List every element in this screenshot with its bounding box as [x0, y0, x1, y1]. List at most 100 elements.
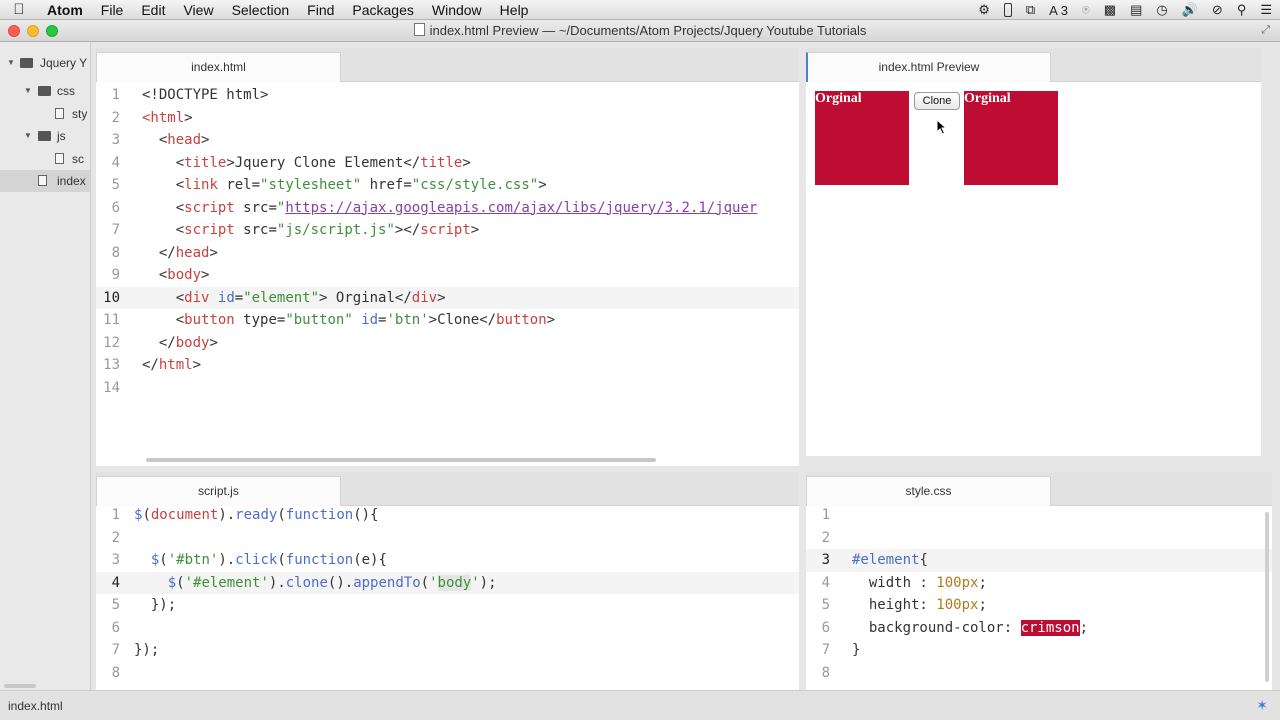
adobe-icon[interactable]: A 3	[1049, 3, 1068, 18]
gear-icon[interactable]: ⚙	[978, 2, 990, 18]
tab-index-html[interactable]: index.html	[96, 52, 341, 82]
preview-element-clone: Orginal	[964, 91, 1058, 185]
line-number: 4	[821, 574, 830, 591]
code-text: </html>	[142, 354, 201, 377]
fullscreen-arrows-icon[interactable]: ⤢	[1261, 24, 1270, 37]
tree-item-label: index	[57, 174, 86, 188]
code-token: 'btn'	[386, 312, 429, 328]
code-token: (	[420, 574, 430, 591]
status-file-path[interactable]: index.html	[8, 699, 63, 713]
preview-clone-button[interactable]: Clone	[914, 92, 960, 110]
code-line[interactable]: 9 <body>	[96, 264, 799, 287]
window-title: index.html Preview — ~/Documents/Atom Pr…	[0, 23, 1280, 38]
code-token: >Jquery Clone Element</	[226, 154, 421, 171]
list-icon[interactable]: ☰	[1260, 2, 1272, 18]
tree-scrollbar[interactable]	[4, 684, 36, 688]
code-editor-css[interactable]: 1 2 3 #element{4 width : 100px; 5 height: 10…	[806, 506, 1272, 690]
code-line[interactable]: 10 <div id="element"> Orginal</div>	[96, 286, 799, 309]
menu-help[interactable]: Help	[491, 2, 538, 18]
code-line[interactable]: 7}	[806, 639, 1272, 662]
tree-root-label: Jquery Y	[40, 56, 88, 70]
menu-window[interactable]: Window	[423, 2, 491, 18]
menu-packages[interactable]: Packages	[343, 2, 422, 18]
editor-pane-js: script.js 1 $(document).ready(function(){…	[96, 472, 799, 690]
volume-icon[interactable]: 🔊	[1182, 2, 1198, 18]
tree-item-style-css[interactable]: sty	[0, 103, 90, 125]
code-line[interactable]: 5 });	[96, 594, 799, 617]
battery-icon[interactable]	[1003, 3, 1012, 17]
code-line[interactable]: 3 $('#btn').click(function(e){	[96, 549, 799, 572]
code-token: body	[437, 574, 472, 591]
apple-menu-icon[interactable]: 	[0, 1, 38, 18]
code-line[interactable]: 8	[96, 662, 799, 685]
code-editor-html[interactable]: 1 <!DOCTYPE html> 2 <html> 3 <head> 4 <title>…	[96, 82, 799, 466]
code-line[interactable]: 7});	[96, 639, 799, 662]
code-token: type=	[234, 312, 286, 328]
tree-item-index-html[interactable]: index	[0, 170, 90, 192]
menu-selection[interactable]: Selection	[223, 2, 299, 18]
code-token: });	[150, 597, 177, 613]
code-line[interactable]: 3 #element{	[806, 549, 1272, 572]
code-line[interactable]: 11 <button type="button" id='btn'>Clone<…	[96, 309, 799, 332]
video-icon[interactable]: ▩	[1104, 2, 1116, 18]
tree-item-js[interactable]: ▼ js	[0, 125, 90, 147]
code-line[interactable]: 2	[96, 527, 799, 550]
tree-item-script-js[interactable]: sc	[0, 148, 90, 170]
code-line[interactable]: 2 <html>	[96, 107, 799, 130]
code-line[interactable]: 1 <!DOCTYPE html>	[96, 84, 799, 107]
file-icon	[55, 153, 64, 164]
code-line[interactable]: 1 $(document).ready(function(){	[96, 504, 799, 527]
menu-edit[interactable]: Edit	[132, 2, 174, 18]
menu-app[interactable]: Atom	[38, 2, 92, 18]
menu-find[interactable]: Find	[298, 2, 343, 18]
tree-root[interactable]: ▼ Jquery Y	[0, 52, 90, 74]
code-line[interactable]: 8	[806, 662, 1272, 685]
code-line[interactable]: 4 <title>Jquery Clone Element</title>	[96, 152, 799, 175]
code-line[interactable]: 6 background-color: crimson;	[806, 617, 1272, 640]
time-machine-icon[interactable]: ◷	[1156, 2, 1167, 18]
code-text: <html>	[142, 107, 193, 130]
code-line[interactable]: 6 <script src="https://ajax.googleapis.c…	[96, 197, 799, 220]
code-line[interactable]: 14	[96, 377, 799, 400]
code-line[interactable]: 13 </html>	[96, 354, 799, 377]
tree-item-css[interactable]: ▼ css	[0, 80, 90, 102]
code-line[interactable]: 7 <script src="js/script.js"></script>	[96, 219, 799, 242]
display-icon[interactable]: ⧉	[1026, 2, 1035, 18]
code-token: '#element'	[184, 574, 269, 591]
code-line[interactable]: 3 <head>	[96, 129, 799, 152]
lock-icon[interactable]: ⍟	[1082, 2, 1090, 18]
tab-style-css[interactable]: style.css	[806, 476, 1051, 506]
tab-script-js[interactable]: script.js	[96, 476, 341, 506]
horizontal-scrollbar[interactable]	[146, 458, 656, 462]
line-number: 5	[821, 597, 830, 613]
do-not-disturb-icon[interactable]: ⊘	[1212, 2, 1223, 18]
code-token: <html	[142, 109, 185, 126]
menu-file[interactable]: File	[92, 2, 133, 18]
tab-index-html-preview[interactable]: index.html Preview	[806, 52, 1051, 82]
code-line[interactable]: 12 </body>	[96, 332, 799, 355]
code-line[interactable]: 2	[806, 527, 1272, 550]
spotlight-search-icon[interactable]: ⚲	[1237, 2, 1247, 18]
code-line[interactable]: 4 width : 100px;	[806, 572, 1272, 595]
toolbox-icon[interactable]: ▤	[1130, 2, 1142, 18]
code-line[interactable]: 6	[96, 617, 799, 640]
squirrel-icon[interactable]: ✶	[1256, 697, 1268, 714]
code-line[interactable]: 4 $('#element').clone().appendTo('body')…	[96, 571, 799, 594]
code-line[interactable]: 5 <link rel="stylesheet" href="css/style…	[96, 174, 799, 197]
code-line[interactable]: 5 height: 100px;	[806, 594, 1272, 617]
line-number: 1	[111, 87, 120, 103]
code-token: button	[496, 312, 547, 328]
vertical-scrollbar[interactable]	[1265, 512, 1269, 682]
code-editor-js[interactable]: 1 $(document).ready(function(){2 3 $('#btn…	[96, 506, 799, 690]
mouse-pointer-icon	[936, 119, 947, 135]
code-line[interactable]: 8 </head>	[96, 242, 799, 265]
menu-view[interactable]: View	[174, 2, 222, 18]
code-line[interactable]: 1	[806, 504, 1272, 527]
